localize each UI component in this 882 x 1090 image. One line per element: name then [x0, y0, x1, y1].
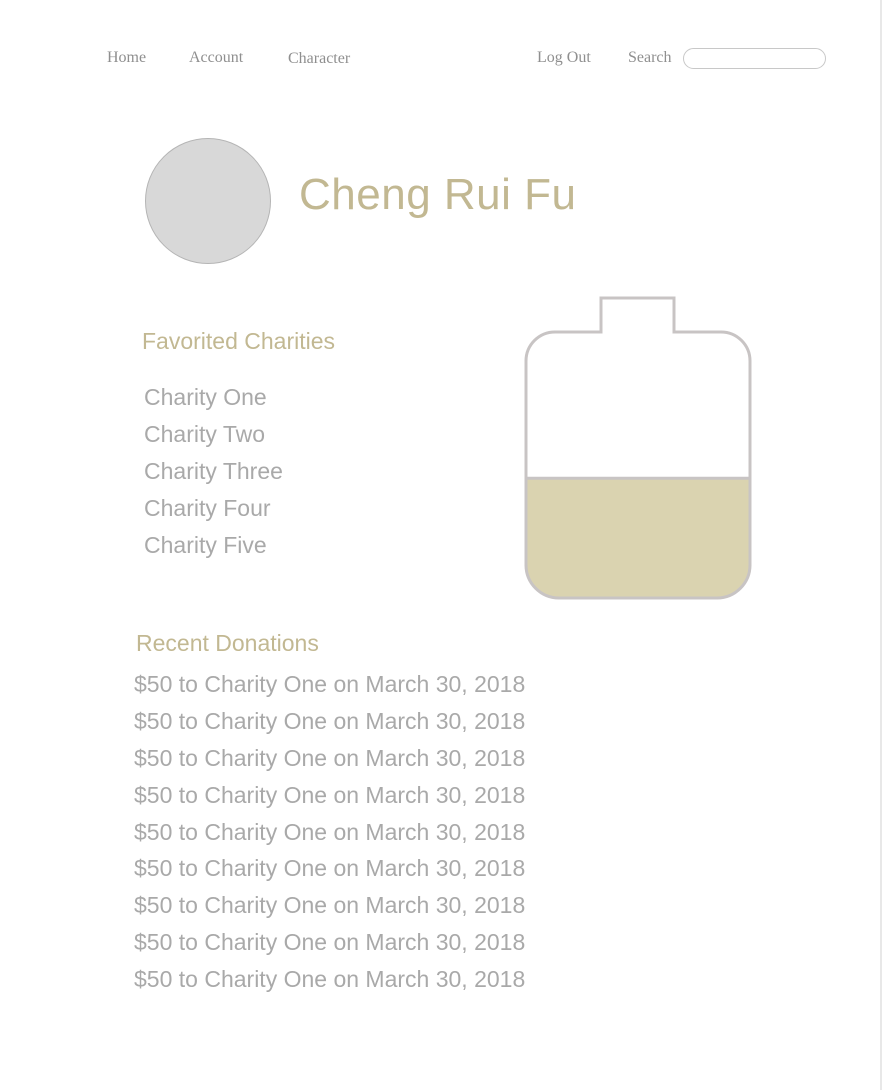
donations-title: Recent Donations [136, 630, 319, 656]
nav-home-link[interactable]: Home [107, 49, 146, 67]
donation-item: $50 to Charity One on March 30, 2018 [134, 929, 526, 956]
logout-link[interactable]: Log Out [537, 49, 591, 67]
favorite-charity-item[interactable]: Charity Two [144, 417, 283, 454]
donation-item: $50 to Charity One on March 30, 2018 [134, 818, 526, 845]
search-label: Search [628, 49, 672, 66]
nav-character-link[interactable]: Character [288, 50, 350, 68]
favorited-charities-list: Charity One Charity Two Charity Three Chari… [144, 380, 283, 565]
donation-item: $50 to Charity One on March 30, 2018 [134, 966, 526, 993]
donation-item: $50 to Charity One on March 30, 2018 [134, 855, 526, 882]
search-input[interactable] [683, 48, 826, 69]
donation-item: $50 to Charity One on March 30, 2018 [134, 707, 526, 734]
jar-fill-level [526, 478, 750, 598]
nav-account-link[interactable]: Account [189, 49, 243, 67]
profile-name: Cheng Rui Fu [299, 170, 577, 219]
donation-item: $50 to Charity One on March 30, 2018 [134, 892, 526, 919]
favorite-charity-item[interactable]: Charity One [144, 380, 283, 417]
avatar [145, 138, 271, 264]
favorite-charity-item[interactable]: Charity Five [144, 528, 283, 565]
favorite-charity-item[interactable]: Charity Four [144, 491, 283, 528]
donation-item: $50 to Charity One on March 30, 2018 [134, 671, 526, 697]
donation-item: $50 to Charity One on March 30, 2018 [134, 744, 526, 771]
favorites-title: Favorited Charities [142, 328, 336, 354]
donation-item: $50 to Charity One on March 30, 2018 [134, 781, 526, 808]
favorite-charity-item[interactable]: Charity Three [144, 454, 283, 491]
donation-jar [524, 296, 752, 600]
recent-donations-list: $50 to Charity One on March 30, 2018 $50 … [134, 668, 525, 1000]
